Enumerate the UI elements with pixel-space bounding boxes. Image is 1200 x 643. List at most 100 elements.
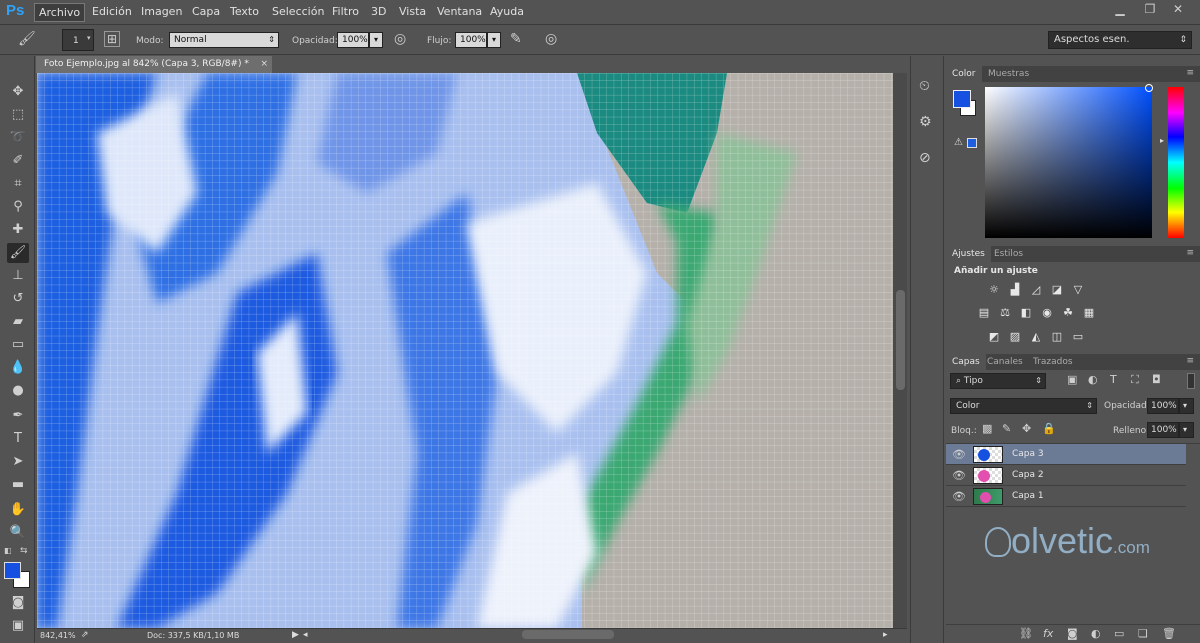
layer-row-capa-2[interactable]: 👁 Capa 2 xyxy=(946,465,1186,486)
color-balance-icon[interactable]: ⚖ xyxy=(997,306,1013,320)
link-layers-icon[interactable]: ⛓ xyxy=(1019,627,1033,640)
invert-icon[interactable]: ◩ xyxy=(986,330,1002,344)
foreground-color-swatch[interactable] xyxy=(4,562,21,579)
status-menu-arrow-icon[interactable]: ▶ xyxy=(292,630,299,640)
gradient-tool-icon[interactable]: ▭ xyxy=(7,335,29,355)
color-picker-field[interactable] xyxy=(985,87,1152,238)
menu-ayuda[interactable]: Ayuda xyxy=(490,5,524,18)
color-lookup-icon[interactable]: ▦ xyxy=(1081,306,1097,320)
menu-edicion[interactable]: Edición xyxy=(92,5,132,18)
panel-menu-icon[interactable]: ≡ xyxy=(1186,248,1194,258)
add-mask-icon[interactable]: ◙ xyxy=(1067,627,1078,640)
filter-adjustment-icon[interactable]: ◐ xyxy=(1088,373,1098,386)
fill-input[interactable]: 100% xyxy=(1147,422,1179,438)
menu-capa[interactable]: Capa xyxy=(192,5,220,18)
flow-dropdown-icon[interactable]: ▾ xyxy=(487,32,501,48)
posterize-icon[interactable]: ▨ xyxy=(1007,330,1023,344)
vertical-scroll-thumb[interactable] xyxy=(896,290,905,390)
default-colors-icon[interactable]: ◧ xyxy=(4,546,12,555)
zoom-tool-icon[interactable]: 🔍 xyxy=(7,523,29,543)
fx-icon[interactable]: fx xyxy=(1043,627,1053,640)
layer-row-capa-1[interactable]: 👁 Capa 1 xyxy=(946,486,1186,507)
marquee-tool-icon[interactable]: ⬚ xyxy=(7,105,29,125)
panel-menu-icon[interactable]: ≡ xyxy=(1186,68,1194,78)
menu-filtro[interactable]: Filtro xyxy=(332,5,359,18)
zoom-level[interactable]: 842,41% xyxy=(40,631,76,640)
tab-canales[interactable]: Canales xyxy=(981,354,1029,370)
menu-archivo[interactable]: Archivo xyxy=(34,3,86,22)
layer-row-capa-3[interactable]: 👁 Capa 3 xyxy=(946,444,1186,465)
brush-tool-icon[interactable]: 🖌 xyxy=(7,243,29,263)
close-icon[interactable]: ✕ xyxy=(1166,2,1190,18)
eye-icon[interactable]: 👁 xyxy=(952,469,966,482)
vibrance-icon[interactable]: ▽ xyxy=(1070,283,1086,297)
history-panel-icon[interactable]: ⏲ xyxy=(919,78,930,94)
eyedropper-tool-icon[interactable]: ⚲ xyxy=(7,197,29,217)
layer-filter-select[interactable]: ⌕ Tipo ⇕ xyxy=(950,373,1046,389)
hue-slider-handle-icon[interactable]: ▸ xyxy=(1160,136,1164,145)
move-tool-icon[interactable]: ✥ xyxy=(7,82,29,102)
scroll-left-icon[interactable]: ◂ xyxy=(303,630,308,640)
type-tool-icon[interactable]: T xyxy=(7,429,29,449)
tab-capas[interactable]: Capas xyxy=(946,354,986,370)
lasso-tool-icon[interactable]: ➰ xyxy=(7,128,29,148)
panel-menu-icon[interactable]: ≡ xyxy=(1186,356,1194,366)
new-group-icon[interactable]: ▭ xyxy=(1114,627,1124,640)
swap-colors-icon[interactable]: ⇆ xyxy=(20,546,28,556)
lock-position-icon[interactable]: ✥ xyxy=(1022,422,1031,435)
crop-tool-icon[interactable]: ⌗ xyxy=(7,174,29,194)
workspace-select[interactable]: Aspectos esen. ⇕ xyxy=(1048,31,1192,49)
rectangle-tool-icon[interactable]: ▬ xyxy=(7,475,29,495)
menu-vista[interactable]: Vista xyxy=(399,5,426,18)
menu-ventana[interactable]: Ventana xyxy=(437,5,482,18)
airbrush-icon[interactable]: ✎ xyxy=(510,31,522,47)
clone-stamp-tool-icon[interactable]: ⊥ xyxy=(7,266,29,286)
history-brush-tool-icon[interactable]: ↺ xyxy=(7,289,29,309)
menu-texto[interactable]: Texto xyxy=(230,5,259,18)
levels-icon[interactable]: ▟ xyxy=(1007,283,1023,297)
path-selection-tool-icon[interactable]: ➤ xyxy=(7,452,29,472)
fill-dropdown-icon[interactable]: ▾ xyxy=(1179,422,1194,438)
menu-seleccion[interactable]: Selección xyxy=(272,5,324,18)
pressure-opacity-icon[interactable]: ◎ xyxy=(394,31,406,47)
eye-icon[interactable]: 👁 xyxy=(952,490,966,503)
hue-saturation-icon[interactable]: ▤ xyxy=(976,306,992,320)
hand-tool-icon[interactable]: ✋ xyxy=(7,500,29,520)
share-icon[interactable]: ⇗ xyxy=(81,630,89,640)
tab-color[interactable]: Color xyxy=(946,66,982,82)
menu-imagen[interactable]: Imagen xyxy=(141,5,182,18)
filter-type-icon[interactable]: T xyxy=(1110,373,1117,386)
brush-preset-icon[interactable]: 🖌 xyxy=(18,31,36,47)
eraser-tool-icon[interactable]: ▰ xyxy=(7,312,29,332)
brush-size-picker[interactable]: 1 ▾ xyxy=(62,29,94,51)
scroll-right-icon[interactable]: ▸ xyxy=(883,630,888,640)
brush-panel-toggle-icon[interactable]: ⊞ xyxy=(104,31,120,47)
lock-image-icon[interactable]: ✎ xyxy=(1002,422,1011,435)
healing-brush-tool-icon[interactable]: ✚ xyxy=(7,220,29,240)
pen-tool-icon[interactable]: ✒ xyxy=(7,406,29,426)
eye-icon[interactable]: 👁 xyxy=(952,448,966,461)
curves-icon[interactable]: ◿ xyxy=(1028,283,1044,297)
dodge-tool-icon[interactable]: ● xyxy=(7,381,29,401)
document-tab[interactable]: Foto Ejemplo.jpg al 842% (Capa 3, RGB/8#… xyxy=(36,56,272,73)
filter-toggle[interactable] xyxy=(1187,373,1195,389)
close-document-icon[interactable]: × xyxy=(260,56,268,73)
flow-input[interactable]: 100% xyxy=(455,32,487,48)
screen-mode-icon[interactable]: ▣ xyxy=(7,616,29,636)
layer-opacity-input[interactable]: 100% xyxy=(1147,398,1179,414)
opacity-input[interactable]: 100% xyxy=(337,32,369,48)
pressure-size-icon[interactable]: ◎ xyxy=(545,31,557,47)
gamut-warning-icon[interactable]: ⚠ xyxy=(954,137,963,148)
black-white-icon[interactable]: ◧ xyxy=(1018,306,1034,320)
properties-panel-icon[interactable]: ⚙ xyxy=(919,114,932,130)
new-adjustment-icon[interactable]: ◐ xyxy=(1091,627,1101,640)
mode-select[interactable]: Normal ⇕ xyxy=(169,32,279,48)
threshold-icon[interactable]: ◭ xyxy=(1028,330,1044,344)
new-layer-icon[interactable]: ❏ xyxy=(1138,627,1148,640)
document-canvas[interactable] xyxy=(37,73,893,628)
web-safe-swatch[interactable] xyxy=(967,138,977,148)
hue-slider[interactable] xyxy=(1168,87,1184,238)
exposure-icon[interactable]: ◪ xyxy=(1049,283,1065,297)
restore-icon[interactable]: ❐ xyxy=(1138,2,1162,18)
layer-opacity-dropdown-icon[interactable]: ▾ xyxy=(1179,398,1194,414)
